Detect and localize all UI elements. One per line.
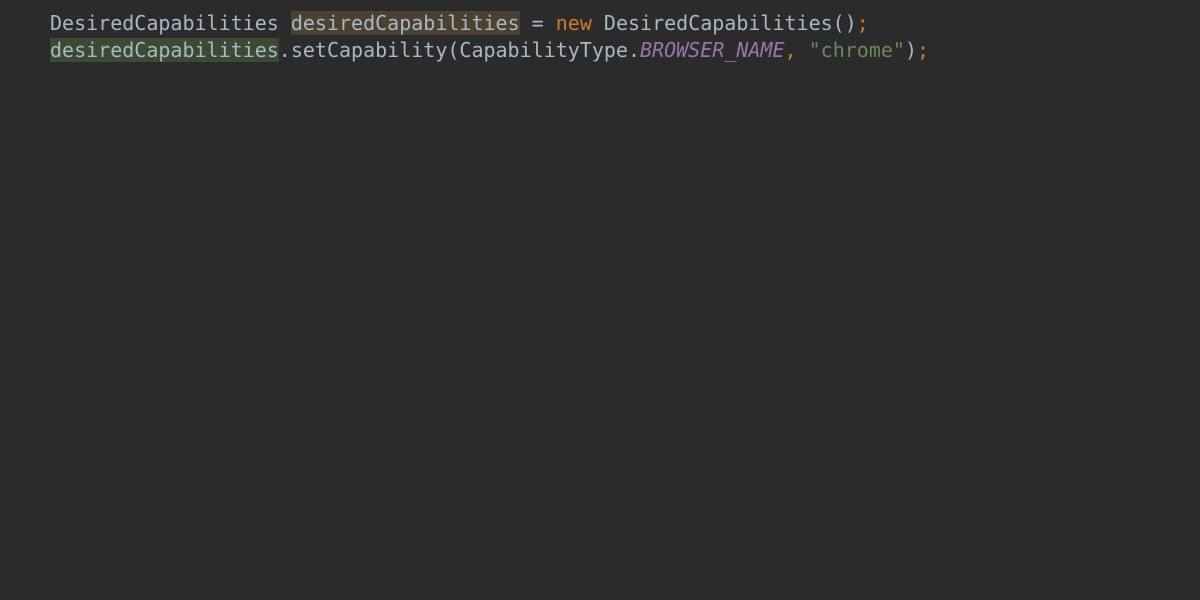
token-semicolon: ; [857, 11, 869, 35]
code-editor[interactable]: DesiredCapabilities desiredCapabilities … [0, 0, 1200, 64]
token-comma: , [785, 38, 809, 62]
token-variable-declaration: desiredCapabilities [291, 11, 520, 35]
code-line: desiredCapabilities.setCapability(Capabi… [50, 37, 1200, 64]
token-string: "chrome" [809, 38, 905, 62]
token-type: DesiredCapabilities [50, 11, 291, 35]
token-constructor-call: DesiredCapabilities() [592, 11, 857, 35]
token-semicolon: ; [917, 38, 929, 62]
token-paren: ) [905, 38, 917, 62]
token-constant: BROWSER_NAME [640, 38, 785, 62]
token-operator: = [520, 11, 556, 35]
code-line: DesiredCapabilities desiredCapabilities … [50, 10, 1200, 37]
token-variable-ref: desiredCapabilities [50, 38, 279, 62]
token-method-call: .setCapability(CapabilityType. [279, 38, 640, 62]
token-keyword-new: new [556, 11, 592, 35]
